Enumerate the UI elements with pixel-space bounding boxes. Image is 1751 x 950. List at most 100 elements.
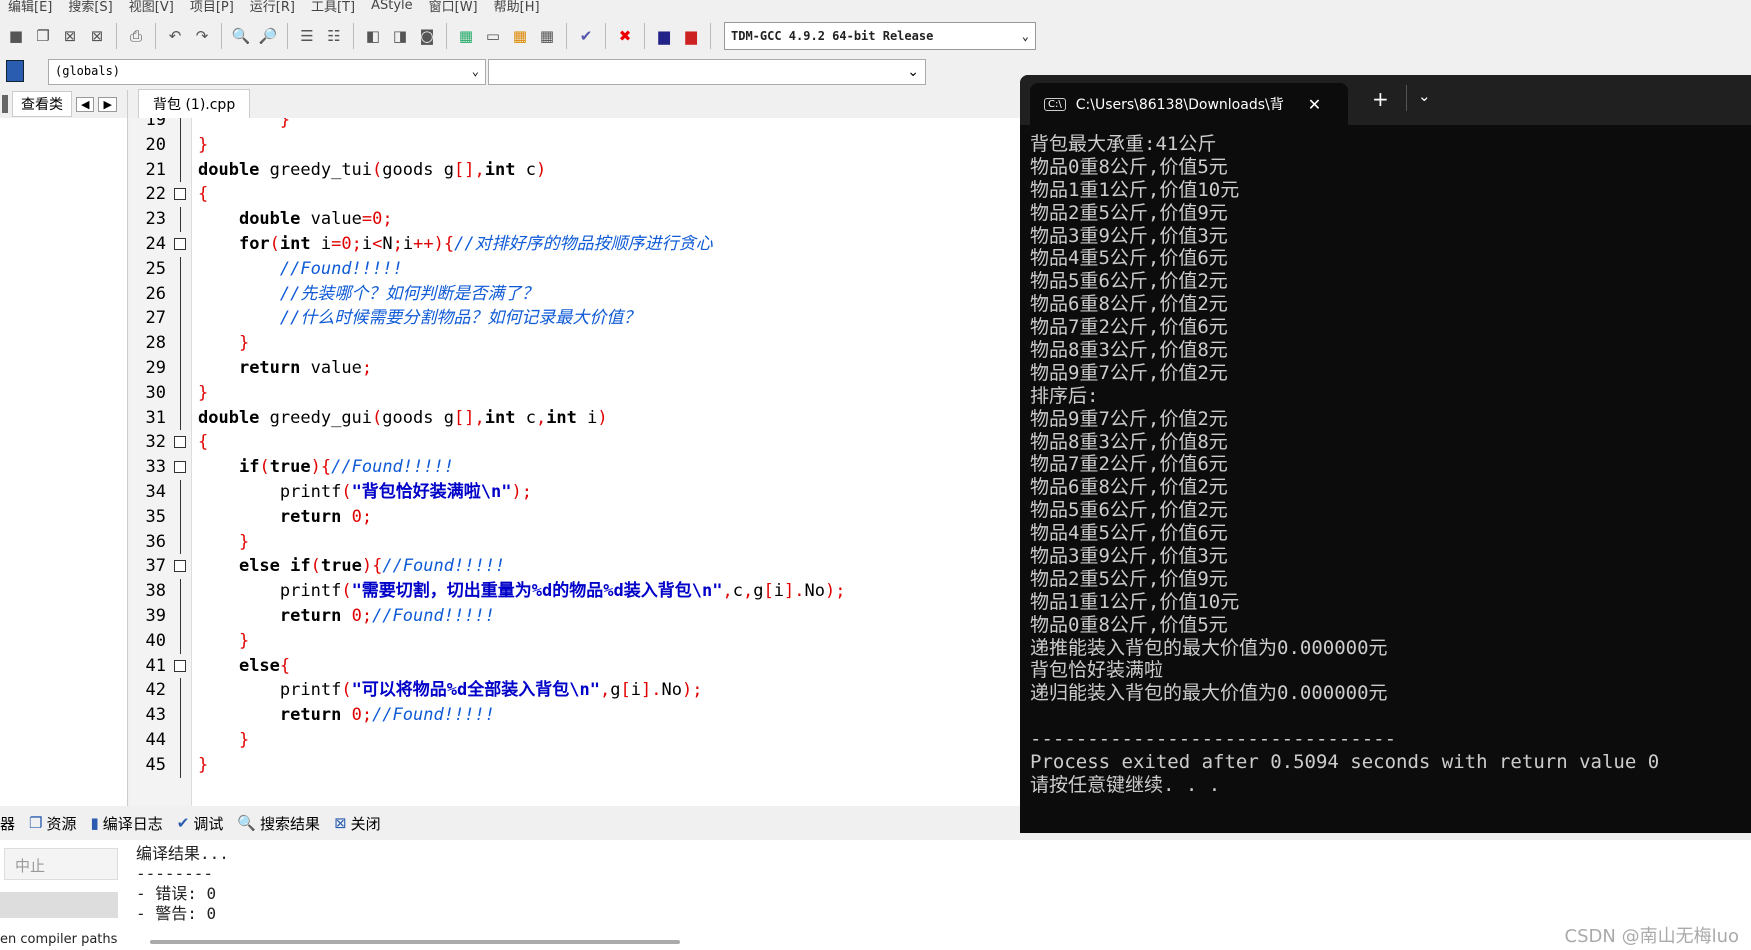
bottom-tab[interactable]: ✔ 调试 — [177, 813, 224, 834]
console-line: 物品2重5公斤,价值9元 — [1030, 567, 1228, 590]
console-output: 背包最大承重:41公斤 物品0重8公斤,价值5元 物品1重1公斤,价值10元 物品2重… — [1030, 133, 1659, 797]
chevron-down-icon[interactable]: ⌄ — [1418, 87, 1431, 105]
compiler-select[interactable]: TDM-GCC 4.9.2 64-bit Release ⌄ — [724, 22, 1036, 50]
class-browser-icon[interactable] — [6, 60, 24, 82]
tab-file[interactable]: 背包 (1).cpp — [138, 89, 251, 118]
bookmark-next-icon[interactable]: ◨ — [388, 24, 412, 48]
replace-icon[interactable]: 🔎 — [256, 24, 280, 48]
fold-toggle-icon[interactable] — [174, 461, 186, 474]
undo-icon[interactable]: ↶ — [163, 24, 187, 48]
menu-item[interactable]: 搜索[S] — [60, 0, 120, 15]
menu-item[interactable]: 窗口[W] — [421, 0, 486, 15]
console-line: 物品3重9公斤,价值3元 — [1030, 224, 1228, 247]
fold-toggle-icon[interactable] — [174, 436, 186, 449]
toolbar-divider — [221, 23, 222, 49]
fold-toggle-icon[interactable] — [174, 188, 186, 201]
scope-select[interactable]: (globals) ⌄ — [48, 59, 486, 85]
compile-icon[interactable]: ▦ — [454, 24, 478, 48]
fold-line — [180, 118, 181, 133]
editor-tabs: 背包 (1).cpp — [130, 89, 1020, 118]
fold-toggle-icon[interactable] — [174, 238, 186, 250]
code-line: //先装哪个？如何判断是否满了？ — [279, 283, 539, 304]
bookmark-prev-icon[interactable]: ◧ — [361, 24, 385, 48]
line-number: 22 — [145, 184, 166, 205]
save-icon[interactable]: ■ — [4, 24, 28, 48]
bottom-tab-label: 器 — [0, 814, 16, 833]
chart-icon[interactable]: ▆ — [652, 24, 676, 48]
compile-run-icon[interactable]: ▦ — [508, 24, 532, 48]
bottom-tab[interactable]: ❐ 资源 — [29, 813, 76, 834]
fold-line — [180, 678, 181, 704]
menu-item[interactable]: 工具[T] — [303, 0, 363, 15]
search-results-icon: 🔍 — [237, 814, 257, 832]
check-icon[interactable]: ✔ — [574, 24, 598, 48]
bottom-tab[interactable]: ▮ 编译日志 — [90, 813, 162, 834]
close-all-icon[interactable]: ⊠ — [85, 24, 109, 48]
close-icon[interactable]: ✕ — [1308, 95, 1321, 114]
toolbar-divider — [353, 23, 354, 49]
console-window[interactable]: C:\ C:\Users\86138\Downloads\背 ✕ + ⌄ 背包最… — [1020, 75, 1751, 833]
bottom-tab[interactable]: 器 — [0, 813, 15, 834]
bottom-tab[interactable]: 🔍 搜索结果 — [237, 813, 320, 834]
tab-scroll-left-icon[interactable]: ◀ — [76, 96, 95, 112]
line-number: 41 — [145, 655, 166, 676]
fold-toggle-icon[interactable] — [174, 560, 186, 573]
redo-icon[interactable]: ↷ — [190, 24, 214, 48]
stop-button[interactable]: 中止 — [4, 848, 118, 880]
line-number: 45 — [145, 754, 166, 775]
watermark: CSDN @南山无梅luo — [1564, 926, 1739, 947]
rebuild-icon[interactable]: ▦ — [535, 24, 559, 48]
save-all-icon[interactable]: ❐ — [31, 24, 55, 48]
fold-toggle-icon[interactable] — [174, 659, 186, 672]
console-line: 物品4重5公斤,价值6元 — [1030, 247, 1228, 270]
stop-icon[interactable]: ✖ — [613, 24, 637, 48]
compiler-paths-label: en compiler paths — [0, 932, 118, 947]
console-line: 物品0重8公斤,价值5元 — [1030, 613, 1228, 636]
menu-item[interactable]: AStyle — [363, 0, 421, 13]
toolbar-divider — [644, 23, 645, 49]
console-line: 物品5重6公斤,价值2元 — [1030, 499, 1228, 522]
compile-output: 编译结果... -------- - 错误: 0 - 警告: 0 — [136, 844, 229, 923]
fold-line — [180, 628, 181, 654]
menu-item[interactable]: 编辑[E] — [0, 0, 60, 15]
console-line: 排序后: — [1030, 384, 1099, 407]
code-line: return 0;//Found!!!!! — [279, 705, 495, 726]
find-icon[interactable]: 🔍 — [229, 24, 253, 48]
menu-item[interactable]: 帮助[H] — [486, 0, 548, 15]
console-line: 物品3重9公斤,价值3元 — [1030, 545, 1228, 568]
line-number: 19 — [145, 118, 166, 130]
fold-line — [180, 356, 181, 381]
code-line: } — [198, 754, 209, 775]
line-number: 42 — [145, 680, 166, 701]
horizontal-scrollbar[interactable] — [150, 940, 680, 944]
run-icon[interactable]: ▭ — [481, 24, 505, 48]
close-icon: ⊠ — [334, 814, 347, 832]
line-number: 38 — [145, 581, 166, 602]
console-line: 物品6重8公斤,价值2元 — [1030, 476, 1228, 499]
code-editor[interactable]: 19 20 21 22 23 24 25 26 27 28 29 30 31 32 33 34 35 36 37 38… — [130, 118, 1020, 806]
line-number: 27 — [145, 308, 166, 329]
toolbar-divider — [446, 23, 447, 49]
fold-line — [180, 157, 181, 183]
menu-item[interactable]: 运行[R] — [242, 0, 303, 15]
console-line: 物品4重5公斤,价值6元 — [1030, 522, 1228, 545]
chevron-down-icon: ⌄ — [1021, 29, 1029, 43]
console-line: 物品7重2公斤,价值6元 — [1030, 316, 1228, 339]
tab-scroll-right-icon[interactable]: ▶ — [98, 96, 117, 112]
new-tab-icon[interactable]: + — [1372, 87, 1389, 111]
bookmark-icon[interactable]: ◙ — [415, 24, 439, 48]
tab-class-view[interactable]: 查看类 — [12, 91, 72, 117]
toolbar-divider — [710, 23, 711, 49]
unindent-icon[interactable]: ☷ — [322, 24, 346, 48]
line-number: 28 — [145, 333, 166, 354]
bottom-tab[interactable]: ⊠ 关闭 — [334, 813, 381, 834]
menu-item[interactable]: 项目[P] — [182, 0, 242, 15]
menu-item[interactable]: 视图[V] — [121, 0, 182, 15]
indent-icon[interactable]: ☰ — [295, 24, 319, 48]
member-select[interactable]: ⌄ — [488, 59, 926, 85]
console-tab[interactable]: C:\ C:\Users\86138\Downloads\背 ✕ — [1030, 83, 1348, 125]
profile-delete-icon[interactable]: ▆ — [679, 24, 703, 48]
close-file-icon[interactable]: ⊠ — [58, 24, 82, 48]
toolbar-divider — [287, 23, 288, 49]
print-icon[interactable]: ⎙ — [124, 24, 148, 48]
